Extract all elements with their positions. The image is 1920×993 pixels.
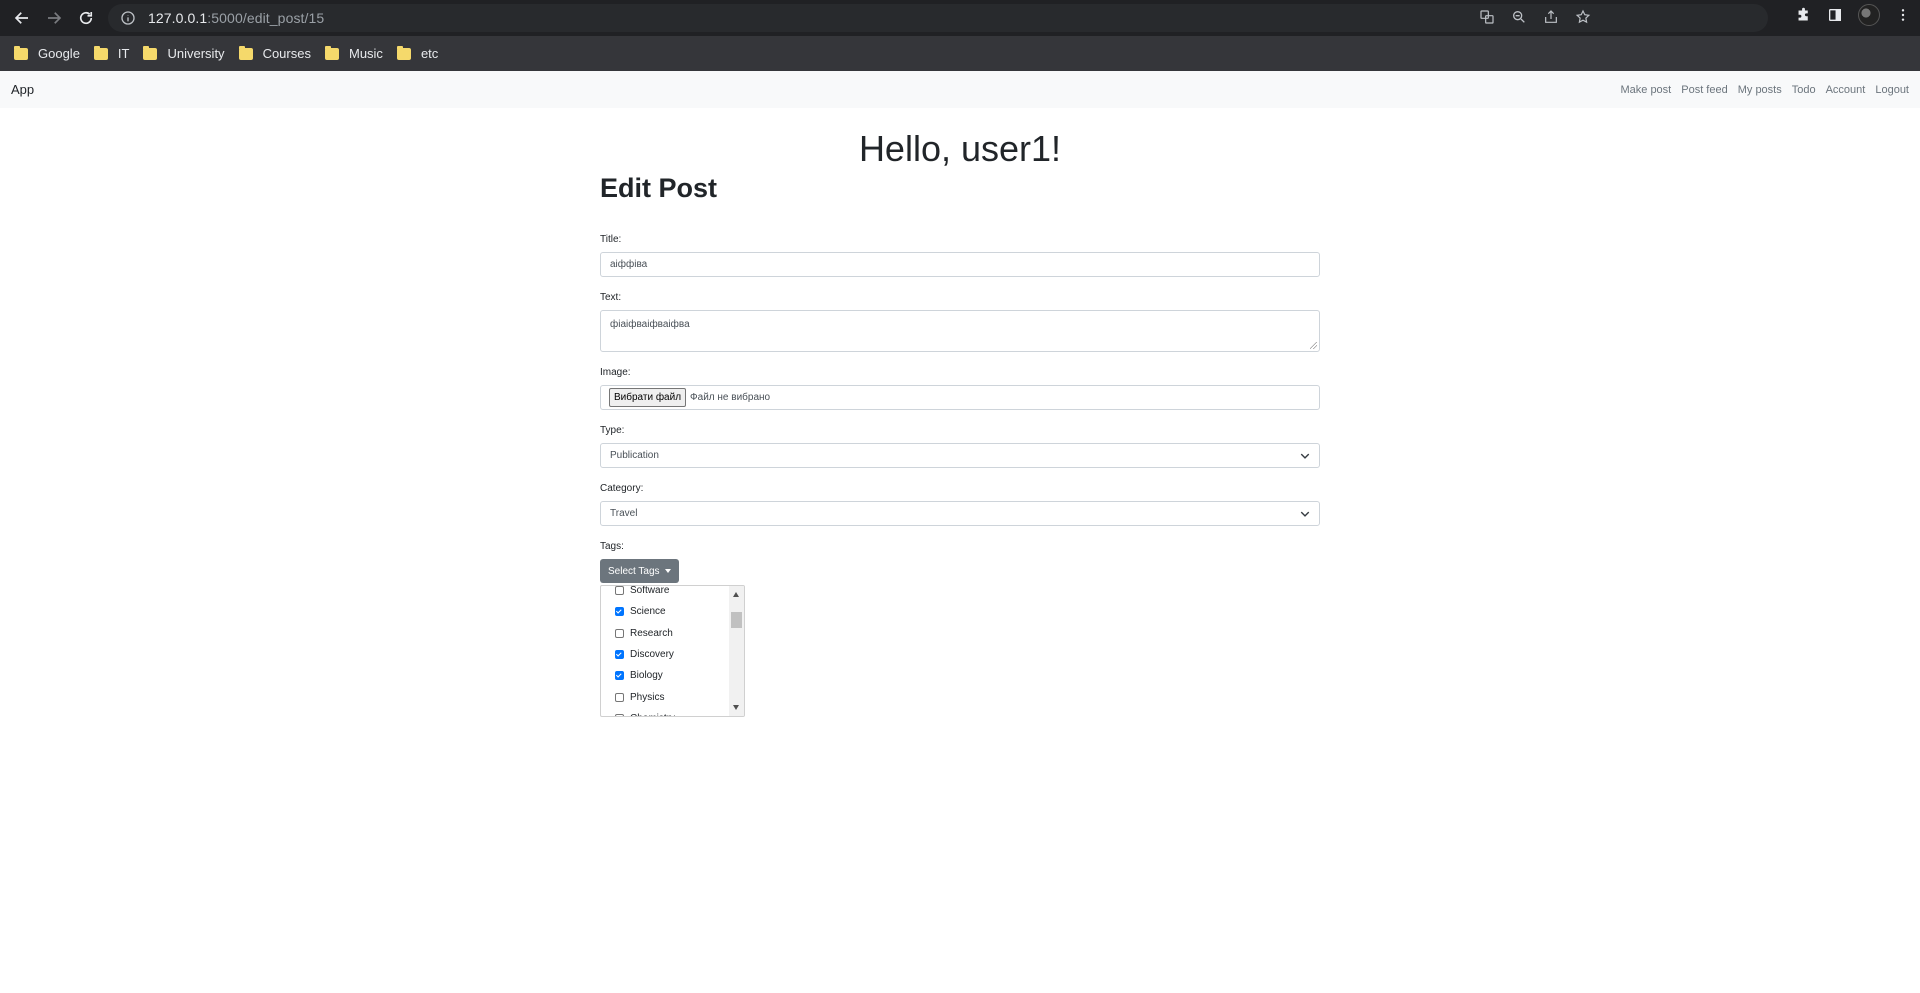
menu-kebab-icon[interactable] [1894,6,1912,24]
back-icon[interactable] [6,2,38,34]
type-select[interactable]: Publication [600,443,1320,468]
image-label: Image: [600,367,631,378]
nav-post-feed[interactable]: Post feed [1681,84,1727,96]
nav-account[interactable]: Account [1826,84,1866,96]
tag-checkbox[interactable] [615,650,624,660]
navbar-brand[interactable]: App [11,82,34,97]
bookmark-google[interactable]: Google [10,40,88,68]
folder-icon [93,45,108,60]
title-label: Title: [600,234,622,245]
zoom-icon[interactable] [1510,8,1528,26]
tag-label: Chemistry [630,713,675,716]
app-navbar: App Make post Post feed My posts Todo Ac… [0,71,1920,108]
text-textarea[interactable]: фіаіфваіфваіфва [600,310,1320,352]
scrollbar-thumb[interactable] [731,612,742,628]
bookmark-courses[interactable]: Courses [235,40,319,68]
tag-checkbox[interactable] [615,713,624,716]
tag-checkbox[interactable] [615,607,624,617]
tag-option-research[interactable]: Research [615,623,675,644]
tag-label: Software [630,585,670,597]
page-title: Edit Post [600,173,718,203]
folder-icon [396,45,411,60]
folder-icon [143,45,158,60]
address-bar[interactable]: 127.0.0.1:5000/edit_post/15 [108,4,1768,32]
nav-todo[interactable]: Todo [1792,84,1816,96]
bookmarks-bar: Google IT University Courses Music etc [0,36,1920,71]
category-label: Category: [600,483,644,494]
tag-option-biology[interactable]: Biology [615,665,675,686]
scroll-up-arrow-icon[interactable] [733,592,739,597]
tags-label: Tags: [600,541,624,552]
bookmark-music[interactable]: Music [321,40,391,68]
tag-label: Biology [630,670,663,682]
chevron-down-icon [1300,511,1310,517]
file-status: Файл не вибрано [690,392,771,403]
tags-scrollbar[interactable] [729,586,744,716]
bookmark-label: etc [420,46,439,61]
folder-icon [238,45,253,60]
tag-label: Research [630,627,673,639]
category-selected-value: Travel [610,508,638,519]
choose-file-button[interactable]: Вибрати файл [609,388,687,407]
tag-option-chemistry[interactable]: Chemistry [615,708,675,716]
bookmark-it[interactable]: IT [90,40,138,68]
extensions-icon[interactable] [1794,6,1812,24]
tag-label: Discovery [630,649,674,661]
text-label: Text: [600,292,622,303]
profile-avatar[interactable] [1858,4,1880,26]
reload-icon[interactable] [70,2,102,34]
nav-make-post[interactable]: Make post [1620,84,1671,96]
bookmark-label: Google [38,46,80,61]
nav-my-posts[interactable]: My posts [1738,84,1782,96]
category-select[interactable]: Travel [600,501,1320,526]
tag-option-physics[interactable]: Physics [615,686,675,707]
title-input[interactable]: аіффіва [600,252,1320,277]
url-text: 127.0.0.1:5000/edit_post/15 [148,10,325,26]
image-file-input: Вибрати файл Файл не вибрано [600,385,1320,410]
translate-icon[interactable] [1478,8,1496,26]
chevron-down-icon [1300,453,1310,459]
folder-icon [14,45,28,60]
tag-option-software[interactable]: Software [615,585,675,601]
bookmark-label: Courses [262,46,311,61]
tags-list[interactable]: Software Science Research Discovery Biology P… [600,585,745,717]
side-panel-icon[interactable] [1826,6,1844,24]
select-tags-label: Select Tags [608,565,660,577]
forward-icon[interactable] [38,2,70,34]
tag-checkbox[interactable] [615,628,624,638]
tag-checkbox[interactable] [615,586,624,596]
nav-links: Make post Post feed My posts Todo Accoun… [1620,84,1909,96]
caret-down-icon [664,569,671,573]
tag-option-discovery[interactable]: Discovery [615,644,675,665]
bookmark-label: University [167,46,225,61]
edit-post-container: Edit Post Title: аіффіва Text: фіаіфваіф… [600,171,1320,717]
tag-label: Science [630,606,666,618]
bookmark-label: Music [348,46,383,61]
type-selected-value: Publication [610,450,659,461]
select-tags-button[interactable]: Select Tags [600,559,679,583]
site-info-icon[interactable] [120,10,136,26]
tag-label: Physics [630,691,665,703]
bookmark-star-icon[interactable] [1574,8,1592,26]
bookmark-label: IT [117,46,130,61]
bookmark-university[interactable]: University [139,40,232,68]
type-label: Type: [600,425,625,436]
nav-logout[interactable]: Logout [1875,84,1909,96]
tag-option-science[interactable]: Science [615,601,675,622]
scroll-down-arrow-icon[interactable] [733,705,739,710]
edit-post-form: Title: аіффіва Text: фіаіфваіфваіфва Ima… [600,233,1320,717]
share-icon[interactable] [1542,8,1560,26]
greeting-heading: Hello, user1! [858,128,1062,169]
tag-checkbox[interactable] [615,671,624,681]
browser-toolbar: 127.0.0.1:5000/edit_post/15 [0,0,1920,36]
folder-icon [324,45,339,60]
web-page: App Make post Post feed My posts Todo Ac… [0,71,1920,993]
tag-checkbox[interactable] [615,692,624,702]
bookmark-etc[interactable]: etc [393,40,446,68]
